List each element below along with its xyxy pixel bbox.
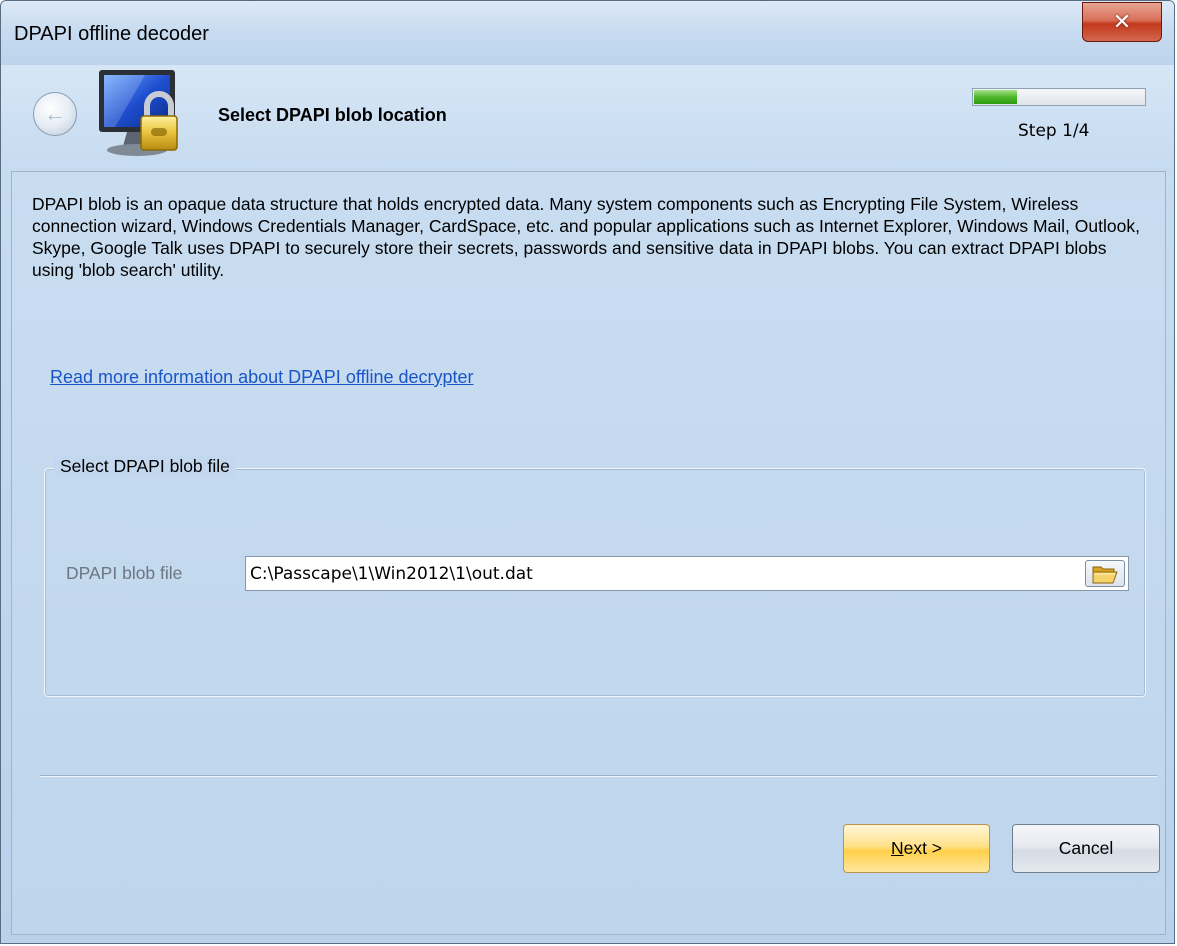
next-button-label: Next > <box>890 838 943 858</box>
close-button[interactable]: ✕ <box>1082 2 1162 42</box>
cancel-button[interactable]: Cancel <box>1012 824 1160 873</box>
step-progress-bar <box>972 88 1146 106</box>
back-arrow-icon: ← <box>44 101 66 126</box>
browse-button[interactable] <box>1085 560 1125 587</box>
page-title: Select DPAPI blob location <box>218 105 447 125</box>
window-title: DPAPI offline decoder <box>14 23 209 45</box>
description-text: DPAPI blob is an opaque data structure t… <box>32 194 1140 280</box>
close-icon: ✕ <box>1112 9 1132 35</box>
blob-file-field <box>245 556 1129 591</box>
footer-separator <box>40 775 1157 777</box>
progress-fill <box>974 90 1017 104</box>
blob-file-input[interactable] <box>250 557 1070 590</box>
folder-open-icon <box>1092 566 1118 583</box>
back-button[interactable]: ← <box>33 92 77 136</box>
step-indicator: Step 1/4 <box>1018 121 1090 141</box>
cancel-button-label: Cancel <box>1058 838 1114 858</box>
next-button[interactable]: Next > <box>843 824 990 873</box>
title-bar[interactable]: DPAPI offline decoder ✕ <box>1 1 1174 65</box>
read-more-link[interactable]: Read more information about DPAPI offlin… <box>50 367 474 388</box>
blob-file-label: DPAPI blob file <box>66 563 183 583</box>
group-legend: Select DPAPI blob file <box>54 456 236 477</box>
monitor-padlock-icon <box>99 70 178 156</box>
